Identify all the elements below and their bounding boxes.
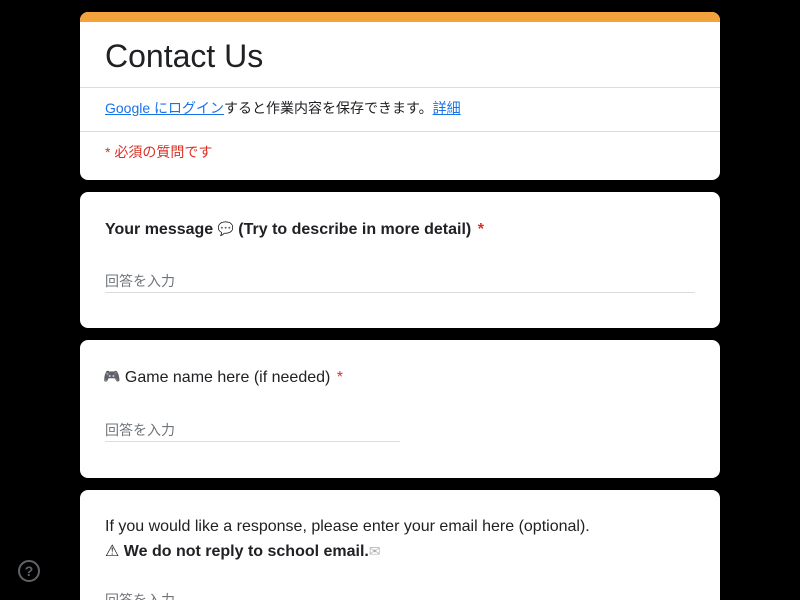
question-title-game-name: 🎮 Game name here (if needed) * [103,365,343,390]
required-note: * 必須の質問です [105,144,213,160]
message-answer-input[interactable] [105,269,695,293]
required-asterisk: * [336,369,344,386]
help-icon[interactable]: ? [18,560,40,582]
envelope-icon: ✉ [368,543,381,559]
question-card-email: If you would like a response, please ent… [80,490,720,600]
form-title: Contact Us [105,38,264,74]
school-email-warning: We do not reply to school email. [123,543,369,560]
question-card-message: Your message 💬 (Try to describe in more … [80,192,720,328]
form-page: Contact Us Google にログインすると作業内容を保存できます。詳細… [0,0,800,600]
speech-bubble-icon: 💬 [217,222,234,237]
accent-bar [80,12,720,22]
required-asterisk: * [477,221,484,238]
divider [80,131,720,132]
question-title-text: Game name here (if needed) [124,369,331,386]
divider [80,87,720,88]
form-header-card: Contact Us Google にログインすると作業内容を保存できます。詳細… [80,12,720,180]
learn-more-link[interactable]: 詳細 [433,100,461,116]
warning-icon: ⚠ [105,543,120,560]
question-title-text: (Try to describe in more detail) [238,221,472,238]
email-answer-input[interactable] [105,588,695,600]
question-title-email: If you would like a response, please ent… [105,518,590,535]
game-controller-icon: 🎮 [103,369,121,385]
login-prompt: Google にログインすると作業内容を保存できます。詳細 [105,98,461,118]
question-title-message: Your message 💬 (Try to describe in more … [105,218,484,242]
question-title-text: Your message [105,221,214,238]
game-name-answer-input[interactable] [105,418,400,442]
question-note-email: ⚠ We do not reply to school email.✉ [105,539,381,564]
google-login-link[interactable]: Google にログイン [105,100,224,116]
login-prompt-text: すると作業内容を保存できます。 [224,100,433,116]
question-card-game-name: 🎮 Game name here (if needed) * [80,340,720,478]
